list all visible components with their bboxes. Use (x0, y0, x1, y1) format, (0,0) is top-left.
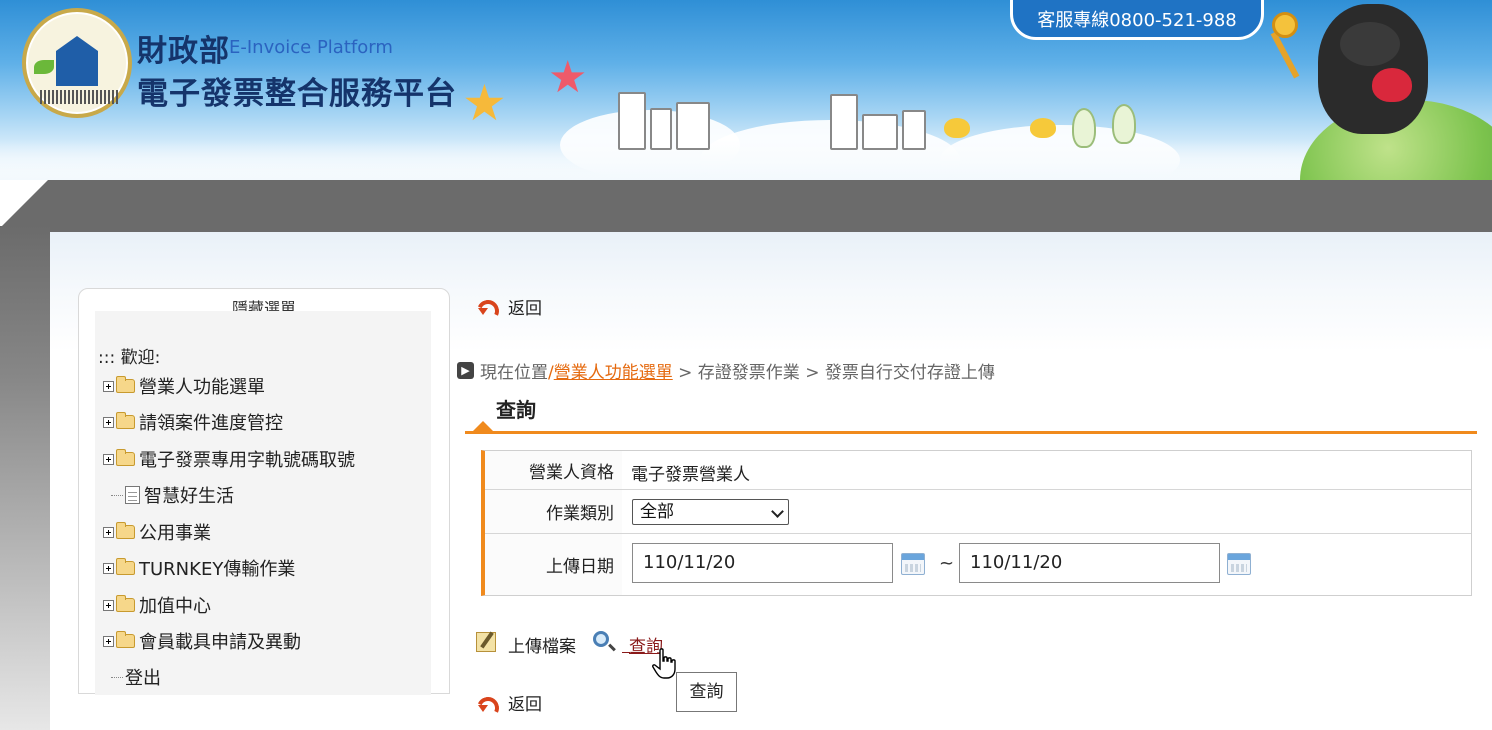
form-row-upload-date: 上傳日期 110/11/20 ~ 110/11/20 (485, 534, 1471, 595)
hotline-badge: 客服專線0800-521-988 (1010, 0, 1264, 40)
form-row-qualification: 營業人資格 電子發票營業人 (485, 451, 1471, 490)
sidebar-item-case-progress[interactable]: 請領案件進度管控 (103, 410, 283, 434)
document-icon (125, 486, 140, 504)
sidebar-item-label: 電子發票專用字軌號碼取號 (139, 450, 355, 471)
bear-face (1340, 22, 1400, 66)
expand-icon[interactable] (103, 599, 114, 611)
frame-top-band (0, 180, 1492, 232)
folder-icon (116, 631, 135, 648)
search-icon[interactable] (593, 631, 609, 647)
tree-connector (111, 494, 123, 496)
category-selected-value: 全部 (640, 502, 674, 522)
sidebar-item-label: 智慧好生活 (144, 486, 234, 507)
wand-icon (1270, 31, 1300, 79)
building-icon (902, 110, 926, 150)
date-to-input[interactable]: 110/11/20 (959, 543, 1220, 583)
back-link-bottom[interactable]: 返回 (508, 690, 542, 715)
calendar-icon[interactable] (901, 553, 925, 575)
sidebar-item-label: 登出 (125, 668, 161, 689)
bird-icon (944, 118, 970, 138)
expand-icon[interactable] (103, 453, 114, 465)
breadcrumb: 現在位置/營業人功能選單 > 存證發票作業 > 發票自行交付存證上傳 (480, 358, 995, 383)
tree-connector (111, 676, 123, 678)
upload-file-icon[interactable] (476, 632, 496, 652)
building-icon (676, 102, 710, 150)
expand-icon[interactable] (103, 635, 114, 647)
qualification-label: 營業人資格 (485, 451, 622, 489)
sidebar-item-value-center[interactable]: 加值中心 (103, 593, 211, 617)
barcode-icon (40, 90, 118, 104)
expand-icon[interactable] (103, 562, 114, 574)
category-select[interactable]: 全部 (632, 499, 789, 525)
building-icon (650, 108, 672, 150)
sidebar-item-utilities[interactable]: 公用事業 (103, 520, 211, 544)
date-from-input[interactable]: 110/11/20 (632, 543, 893, 583)
brand-platform: 電子發票整合服務平台 (137, 76, 457, 112)
sidebar-item-member-carrier[interactable]: 會員載具申請及異動 (103, 629, 301, 653)
back-link-top[interactable]: 返回 (508, 294, 542, 319)
sidebar-item-business-menu[interactable]: 營業人功能選單 (103, 374, 265, 398)
breadcrumb-rest: > 存證發票作業 > 發票自行交付存證上傳 (672, 363, 995, 383)
sidebar-item-logout[interactable]: 登出 (111, 665, 161, 689)
upload-file-button[interactable]: 上傳檔案 (508, 632, 576, 657)
query-form: 營業人資格 電子發票營業人 作業類別 全部 上傳日期 110/11/20 ~ 1… (481, 450, 1472, 596)
ministry-logo (22, 8, 132, 118)
category-label: 作業類別 (485, 490, 622, 533)
wand-head-icon (1272, 12, 1298, 38)
folder-icon (116, 522, 135, 539)
tree-icon (1112, 104, 1136, 144)
back-arrow-icon[interactable] (475, 298, 495, 316)
chevron-down-icon (771, 505, 784, 518)
sidebar-item-label: 會員載具申請及異動 (139, 632, 301, 653)
expand-icon[interactable] (103, 526, 114, 538)
hills-decoration (0, 140, 1492, 180)
folder-icon (116, 558, 135, 575)
folder-icon (116, 376, 135, 393)
sidebar-item-track-number[interactable]: 電子發票專用字軌號碼取號 (103, 447, 355, 471)
sidebar-item-label: 加值中心 (139, 596, 211, 617)
calendar-icon[interactable] (1227, 553, 1251, 575)
tooltip: 查詢 (676, 672, 737, 712)
sidebar-item-label: 請領案件進度管控 (139, 413, 283, 434)
breadcrumb-link-business-menu[interactable]: 營業人功能選單 (554, 363, 673, 383)
sidebar-item-label: 公用事業 (139, 523, 211, 544)
form-row-category: 作業類別 全部 (485, 490, 1471, 534)
sidebar-item-smart-life[interactable]: 智慧好生活 (111, 483, 234, 507)
date-separator: ~ (939, 553, 955, 574)
brand-ministry: 財政部 (137, 34, 230, 69)
expand-icon[interactable] (103, 416, 114, 428)
sidebar-item-turnkey[interactable]: TURNKEY傳輸作業 (103, 556, 295, 580)
building-icon (830, 94, 858, 150)
folder-icon (116, 595, 135, 612)
qualification-value: 電子發票營業人 (631, 465, 750, 485)
leaf-icon (34, 60, 54, 74)
building-icon (862, 114, 898, 150)
sidebar-item-label: 營業人功能選單 (139, 377, 265, 398)
bird-icon (1030, 118, 1056, 138)
header-banner: 財政部 E-Invoice Platform 電子發票整合服務平台 客服專線08… (0, 0, 1492, 180)
back-arrow-icon[interactable] (475, 695, 495, 713)
title-underline (465, 431, 1477, 434)
title-notch-decoration (473, 421, 493, 431)
section-title: 查詢 (496, 398, 536, 422)
brand-english: E-Invoice Platform (229, 37, 393, 58)
breadcrumb-prefix: 現在位置 (480, 363, 548, 383)
folder-icon (116, 449, 135, 466)
hand-cursor-icon (652, 648, 676, 679)
star-icon: ★ (462, 74, 507, 132)
expand-icon[interactable] (103, 380, 114, 392)
logo-emblem-icon (56, 36, 98, 86)
folder-icon (116, 412, 135, 429)
building-icon (618, 92, 646, 150)
upload-date-label: 上傳日期 (485, 534, 622, 595)
tree-icon (1072, 108, 1096, 148)
welcome-text: ::: 歡迎: (98, 348, 161, 368)
frame-left-band (0, 226, 50, 730)
heart-icon (1372, 68, 1412, 102)
sidebar-item-label: TURNKEY傳輸作業 (139, 559, 296, 580)
breadcrumb-arrow-icon: ▶ (457, 362, 474, 379)
star-icon: ★ (548, 52, 588, 103)
